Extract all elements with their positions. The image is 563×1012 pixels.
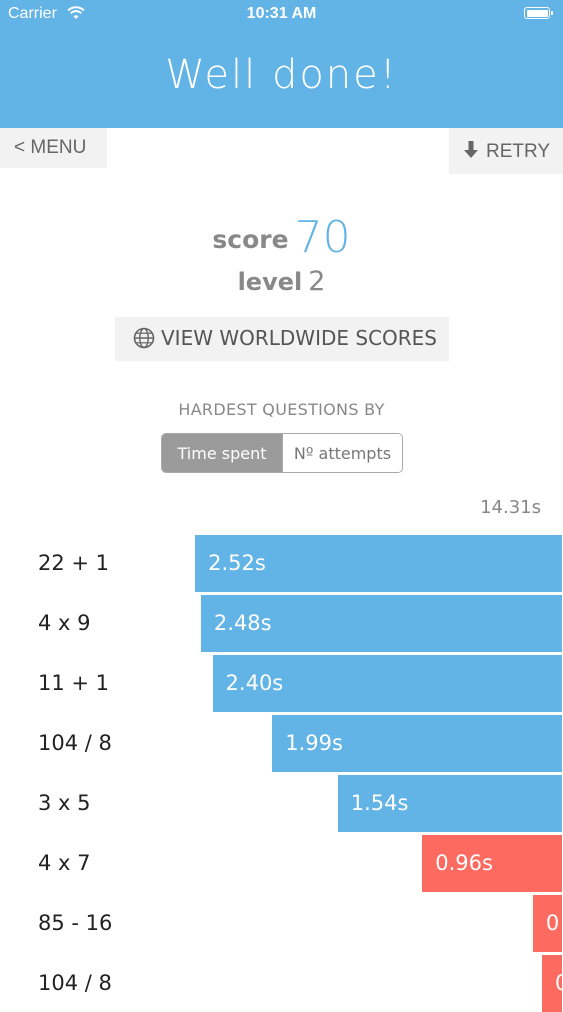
bar-value-label: 0.96s (435, 851, 493, 875)
time-bar: 2.48s (200, 595, 562, 652)
bar-value-label: 1.99s (285, 731, 343, 755)
question-label: 104 / 8 (38, 971, 112, 995)
bar-value-label: 0 (545, 911, 560, 935)
time-bar: 1.99s (272, 715, 562, 772)
hardest-questions-chart: 22 + 1 2.52s 4 x 9 2.48s 11 + 1 2.40s 104 / 8 1… (0, 0, 563, 1012)
question-label: 85 - 16 (38, 911, 113, 935)
time-bar: 2.40s (212, 655, 562, 712)
question-label: 3 x 5 (38, 791, 91, 815)
bar-value-label: 1.54s (350, 791, 409, 815)
time-bar: 1.54s (337, 775, 562, 832)
bar-value-label: 0 (555, 971, 562, 995)
question-label: 4 x 7 (38, 851, 91, 875)
time-bar: 2.52s (195, 535, 562, 592)
bar-value-label: 2.40s (225, 671, 284, 695)
time-bar: 0.96s (422, 835, 562, 892)
question-label: 11 + 1 (38, 671, 110, 695)
question-label: 104 / 8 (38, 731, 112, 755)
time-bar: 0 (532, 895, 562, 952)
question-label: 4 x 9 (38, 611, 91, 635)
bar-value-label: 2.48s (213, 611, 272, 635)
question-label: 22 + 1 (38, 551, 110, 575)
time-bar: 0 (542, 955, 562, 1012)
bar-value-label: 2.52s (208, 551, 266, 575)
